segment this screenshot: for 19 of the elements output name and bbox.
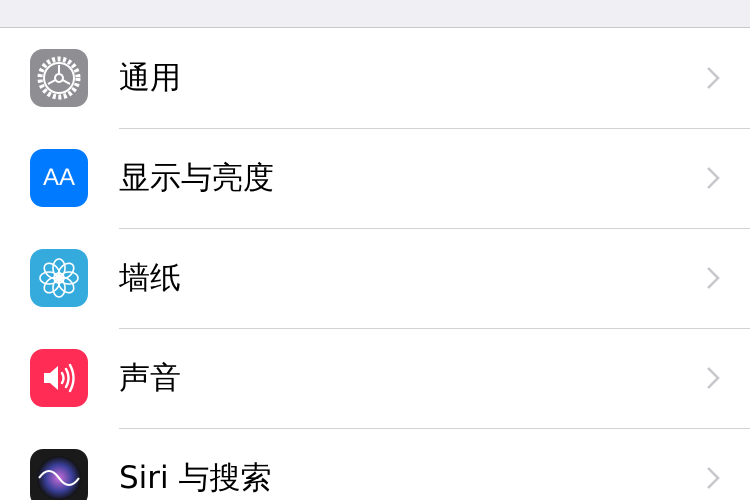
settings-label: 通用 [119, 58, 181, 98]
settings-label: 显示与亮度 [119, 158, 274, 198]
settings-row[interactable]: AA 显示与亮度 [0, 128, 750, 228]
chevron-icon [706, 266, 720, 290]
settings-label: 声音 [119, 358, 181, 398]
settings-row[interactable]: 墙纸 [0, 228, 750, 328]
settings-row[interactable]: 通用 [0, 28, 750, 128]
settings-row[interactable]: Siri 与搜索 [0, 428, 750, 500]
chevron-icon [706, 66, 720, 90]
settings-label: Siri 与搜索 [119, 459, 272, 498]
flower-icon [30, 249, 88, 307]
speaker-icon [30, 349, 88, 407]
chevron-icon [706, 366, 720, 390]
settings-label: 墙纸 [119, 258, 181, 298]
chevron-icon [706, 466, 720, 490]
chevron-icon [706, 166, 720, 190]
gear-icon [30, 49, 88, 107]
settings-row[interactable]: 声音 [0, 328, 750, 428]
display-brightness-icon: AA [30, 149, 88, 207]
